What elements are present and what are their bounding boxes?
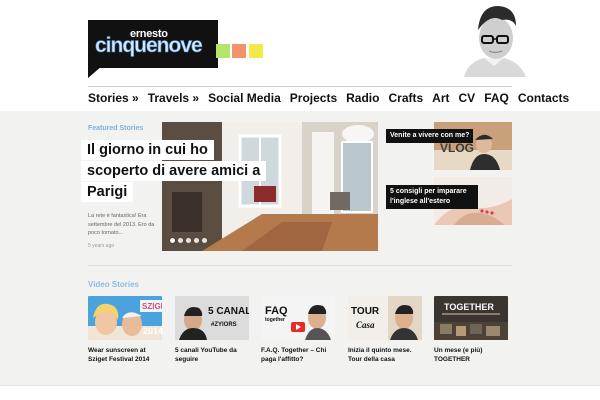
nav-item-faq[interactable]: FAQ: [484, 91, 509, 107]
video-thumb-caption: TOGETHER: [444, 302, 494, 312]
svg-text:Casa: Casa: [356, 320, 375, 330]
slider-dot[interactable]: [178, 238, 183, 243]
nav-item-crafts[interactable]: Crafts: [388, 91, 423, 107]
site-header: ernesto cinquenove Stories » Travels » S…: [0, 0, 600, 111]
svg-text:VLOG: VLOG: [440, 141, 474, 155]
video-title[interactable]: Inizia il quinto mese. Tour della casa: [348, 346, 422, 364]
side-story-1-label: Venite a vivere con me?: [386, 129, 474, 143]
video-title[interactable]: Wear sunscreen at Sziget Festival 2014: [88, 346, 162, 364]
featured-timestamp: 5 years ago: [88, 243, 115, 249]
video-thumb-caption: 2014: [143, 326, 162, 336]
site-logo[interactable]: ernesto cinquenove: [88, 20, 218, 78]
nav-item-radio[interactable]: Radio: [346, 91, 379, 107]
nav-item-cv[interactable]: CV: [459, 91, 476, 107]
logo-swatch-green: [216, 44, 230, 58]
footer-edge: [0, 385, 600, 400]
featured-title-wrap: Il giorno in cui ho scoperto di avere am…: [81, 140, 271, 203]
video-thumb-caption: 5 CANALI: [208, 306, 249, 317]
video-thumb-caption: FAQ: [265, 305, 288, 317]
featured-story-title[interactable]: Il giorno in cui ho scoperto di avere am…: [81, 140, 267, 202]
slider-dots: [170, 238, 207, 243]
section-divider: [88, 265, 512, 266]
main-nav: Stories » Travels » Social Media Project…: [88, 91, 569, 107]
logo-swatch-yellow: [249, 44, 263, 58]
logo-speech-tail: [88, 66, 102, 78]
nav-item-projects[interactable]: Projects: [290, 91, 337, 107]
video-thumbnail: FAQ together: [261, 296, 335, 340]
featured-excerpt: La rete è fantastica! Era settembre del …: [88, 213, 155, 236]
slider-dot[interactable]: [194, 238, 199, 243]
author-avatar: [458, 0, 530, 77]
video-card[interactable]: TOGETHER Un mese (e più) TOGETHER: [434, 296, 508, 364]
video-section-label: Video Stories: [88, 280, 139, 289]
video-thumbnail: TOUR Casa: [348, 296, 422, 340]
slider-dot[interactable]: [170, 238, 175, 243]
nav-item-travels[interactable]: Travels »: [148, 91, 199, 107]
logo-main-text: cinquenove: [95, 34, 203, 58]
featured-section-label: Featured Stories: [88, 125, 144, 132]
nav-item-social-media[interactable]: Social Media: [208, 91, 281, 107]
video-card[interactable]: TOUR Casa Inizia il quinto mese. Tour de…: [348, 296, 422, 364]
video-title[interactable]: 5 canali YouTube da seguire: [175, 346, 249, 364]
side-story-1[interactable]: VLOG Venite a vivere con me?: [386, 122, 512, 170]
slider-dot[interactable]: [186, 238, 191, 243]
video-card[interactable]: SZIGET 2014 Wear sunscreen at Sziget Fes…: [88, 296, 162, 364]
page: ernesto cinquenove Stories » Travels » S…: [0, 0, 600, 400]
nav-top-divider: [88, 86, 512, 87]
side-story-2[interactable]: 5 consigli per imparare l'inglese all'es…: [386, 177, 512, 225]
video-card[interactable]: FAQ together F.A.Q. Together – Chi paga …: [261, 296, 335, 364]
svg-text:SZIGET: SZIGET: [142, 302, 162, 311]
nav-item-contacts[interactable]: Contacts: [518, 91, 569, 107]
svg-text:#ZYIORS: #ZYIORS: [211, 322, 237, 328]
video-thumbnail: SZIGET 2014: [88, 296, 162, 340]
video-thumbnail: TOGETHER: [434, 296, 508, 340]
video-thumbnail: 5 CANALI #ZYIORS: [175, 296, 249, 340]
video-title[interactable]: F.A.Q. Together – Chi paga l'affitto?: [261, 346, 335, 364]
video-card[interactable]: 5 CANALI #ZYIORS 5 canali YouTube da seg…: [175, 296, 249, 364]
nav-item-stories[interactable]: Stories »: [88, 91, 139, 107]
video-title[interactable]: Un mese (e più) TOGETHER: [434, 346, 508, 364]
video-thumb-caption: TOUR: [351, 306, 380, 317]
nav-item-art[interactable]: Art: [432, 91, 449, 107]
svg-text:together: together: [265, 317, 285, 323]
slider-dot[interactable]: [202, 238, 207, 243]
side-story-2-label: 5 consigli per imparare l'inglese all'es…: [386, 185, 478, 209]
logo-swatch-orange: [232, 44, 246, 58]
